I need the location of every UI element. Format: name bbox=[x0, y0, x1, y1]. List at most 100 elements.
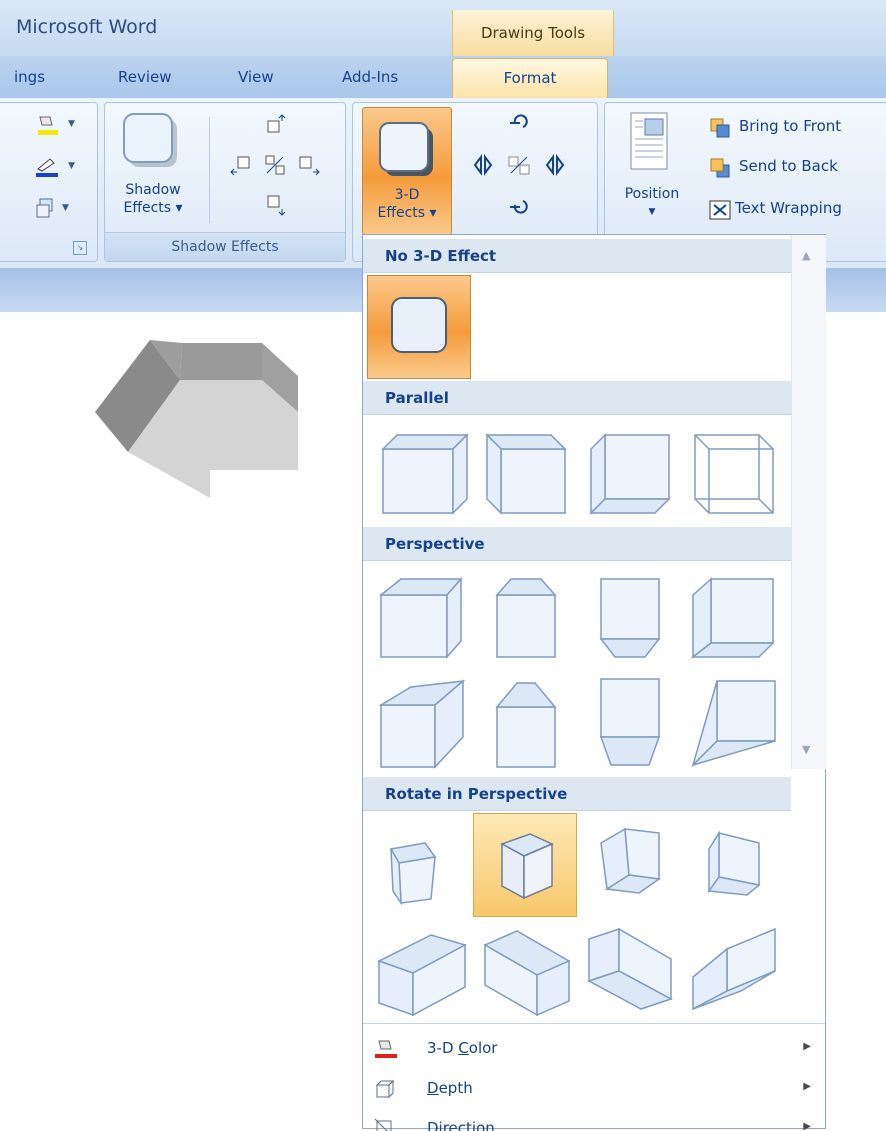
group-divider bbox=[209, 117, 210, 223]
perspective-6-icon bbox=[495, 682, 557, 768]
perspective-4[interactable] bbox=[683, 565, 787, 669]
perspective-3-icon bbox=[599, 578, 661, 658]
shadow-effects-group-label: Shadow Effects bbox=[105, 232, 345, 261]
nudge-shadow-up-icon[interactable] bbox=[263, 113, 287, 137]
3d-effects-label-1: 3-D bbox=[394, 187, 420, 203]
fill-color-icon[interactable] bbox=[34, 113, 58, 137]
app-title: Microsoft Word bbox=[16, 16, 158, 38]
shape-style-dropdown-icon[interactable]: ▼ bbox=[62, 203, 69, 213]
perspective-8[interactable] bbox=[683, 671, 787, 775]
line-color-icon[interactable] bbox=[34, 155, 58, 179]
tilt-left-icon[interactable] bbox=[471, 153, 495, 177]
shadow-effects-icon[interactable] bbox=[121, 111, 181, 171]
menu-item-3d-color[interactable]: 3-D Color ▶ bbox=[363, 1031, 825, 1067]
gallery-scrollbar[interactable]: ▲ ▼ bbox=[791, 235, 826, 769]
perspective-1-icon bbox=[378, 577, 463, 659]
ribbon-group-shadow-effects: Shadow Effects ▾ Shadow Effects bbox=[104, 102, 346, 262]
rotate-perspective-4-icon bbox=[707, 830, 761, 896]
parallel-oblique-bottom-left[interactable] bbox=[579, 419, 683, 523]
shadow-effects-button[interactable]: Shadow Effects ▾ bbox=[111, 181, 195, 217]
perspective-2[interactable] bbox=[475, 565, 579, 669]
tab-mailings[interactable]: ings bbox=[14, 68, 45, 86]
tab-review[interactable]: Review bbox=[118, 68, 172, 86]
submenu-arrow-icon: ▶ bbox=[803, 1081, 811, 1092]
text-wrapping-button[interactable]: Text Wrapping bbox=[735, 199, 842, 217]
tilt-down-icon[interactable] bbox=[507, 195, 531, 219]
dialog-launcher-icon[interactable]: ↘ bbox=[73, 241, 87, 255]
perspective-6[interactable] bbox=[475, 671, 579, 775]
perspective-3[interactable] bbox=[579, 565, 683, 669]
nudge-shadow-right-icon[interactable] bbox=[297, 153, 321, 177]
rotate-perspective-7-icon bbox=[587, 927, 673, 1010]
rotate-perspective-6-icon bbox=[483, 930, 571, 1017]
rotate-perspective-5[interactable] bbox=[371, 915, 475, 1019]
perspective-5-icon bbox=[378, 679, 466, 769]
rotate-perspective-8-icon bbox=[692, 927, 776, 1011]
rotate-perspective-2-selected[interactable] bbox=[473, 813, 577, 917]
submenu-arrow-icon: ▶ bbox=[803, 1121, 811, 1131]
title-bar: Microsoft Word Drawing Tools bbox=[0, 0, 886, 56]
cube-parallel-4-icon bbox=[694, 434, 774, 514]
line-color-dropdown-icon[interactable]: ▼ bbox=[68, 161, 75, 171]
perspective-7-icon bbox=[599, 678, 661, 766]
shadow-effects-label-1: Shadow bbox=[125, 182, 181, 198]
cube-parallel-1-icon bbox=[381, 433, 469, 515]
section-no-3d-effect: No 3-D Effect bbox=[363, 239, 791, 273]
menu-item-direction[interactable]: Direction ▶ bbox=[363, 1111, 825, 1131]
perspective-1[interactable] bbox=[371, 565, 475, 669]
nudge-shadow-left-icon[interactable] bbox=[229, 153, 253, 177]
tab-add-ins[interactable]: Add-Ins bbox=[342, 68, 398, 86]
nudge-shadow-down-icon[interactable] bbox=[263, 193, 287, 217]
drawing-tools-label: Drawing Tools bbox=[480, 24, 586, 42]
rotate-perspective-1[interactable] bbox=[371, 813, 475, 917]
text-wrapping-icon bbox=[709, 200, 731, 220]
cube-parallel-2-icon bbox=[485, 433, 567, 515]
3d-effects-icon bbox=[379, 122, 433, 176]
tilt-up-icon[interactable] bbox=[507, 111, 531, 135]
shadow-on-off-icon[interactable] bbox=[263, 153, 287, 177]
rotate-perspective-7[interactable] bbox=[579, 915, 683, 1019]
position-icon[interactable] bbox=[627, 111, 671, 171]
no-3d-effect-icon bbox=[391, 297, 447, 353]
3d-arrow-shape[interactable] bbox=[90, 340, 310, 500]
send-to-back-button[interactable]: Send to Back bbox=[739, 157, 838, 175]
depth-label: Depth bbox=[427, 1079, 473, 1097]
3d-effects-label-2: Effects ▾ bbox=[377, 205, 437, 221]
tab-format[interactable]: Format bbox=[452, 58, 608, 100]
scroll-down-icon[interactable]: ▼ bbox=[802, 743, 810, 756]
3d-on-off-icon[interactable] bbox=[507, 153, 531, 177]
parallel-oblique-top-right[interactable] bbox=[475, 419, 579, 523]
perspective-7[interactable] bbox=[579, 671, 683, 775]
rotate-perspective-5-icon bbox=[377, 934, 467, 1017]
tilt-right-icon[interactable] bbox=[543, 153, 567, 177]
fill-color-dropdown-icon[interactable]: ▼ bbox=[68, 119, 75, 129]
shadow-effects-label-2: Effects ▾ bbox=[123, 200, 183, 216]
perspective-4-icon bbox=[690, 577, 775, 659]
submenu-arrow-icon: ▶ bbox=[803, 1041, 811, 1052]
parallel-oblique-top-left[interactable] bbox=[371, 419, 475, 523]
position-button[interactable]: Position ▼ bbox=[611, 185, 693, 221]
rotate-perspective-6[interactable] bbox=[475, 915, 579, 1019]
no-3d-effect-option[interactable] bbox=[367, 275, 471, 379]
scroll-up-icon[interactable]: ▲ bbox=[802, 249, 810, 262]
perspective-5[interactable] bbox=[371, 671, 475, 775]
3d-effects-gallery: No 3-D Effect Parallel Perspective Rotat… bbox=[362, 234, 826, 1131]
ribbon-tab-row: ings Review View Add-Ins bbox=[0, 56, 886, 99]
tab-view[interactable]: View bbox=[238, 68, 274, 86]
bring-to-front-icon bbox=[710, 118, 730, 138]
menu-item-depth[interactable]: Depth ▶ bbox=[363, 1071, 825, 1107]
parallel-oblique-bottom-right[interactable] bbox=[683, 419, 787, 523]
tab-format-label: Format bbox=[503, 69, 557, 87]
rotate-perspective-4[interactable] bbox=[683, 813, 787, 917]
send-to-back-icon bbox=[710, 158, 730, 178]
shape-style-icon[interactable] bbox=[34, 195, 58, 219]
rotate-perspective-8[interactable] bbox=[683, 915, 787, 1019]
3d-effects-label: 3-D Effects ▾ bbox=[363, 186, 451, 222]
rotate-perspective-3[interactable] bbox=[579, 813, 683, 917]
position-label: Position bbox=[624, 186, 680, 202]
section-parallel: Parallel bbox=[363, 381, 791, 415]
3d-effects-button[interactable]: 3-D Effects ▾ bbox=[362, 107, 452, 235]
bring-to-front-button[interactable]: Bring to Front bbox=[739, 117, 841, 135]
menu-separator bbox=[363, 1023, 825, 1024]
3d-color-label: 3-D Color bbox=[427, 1039, 498, 1057]
